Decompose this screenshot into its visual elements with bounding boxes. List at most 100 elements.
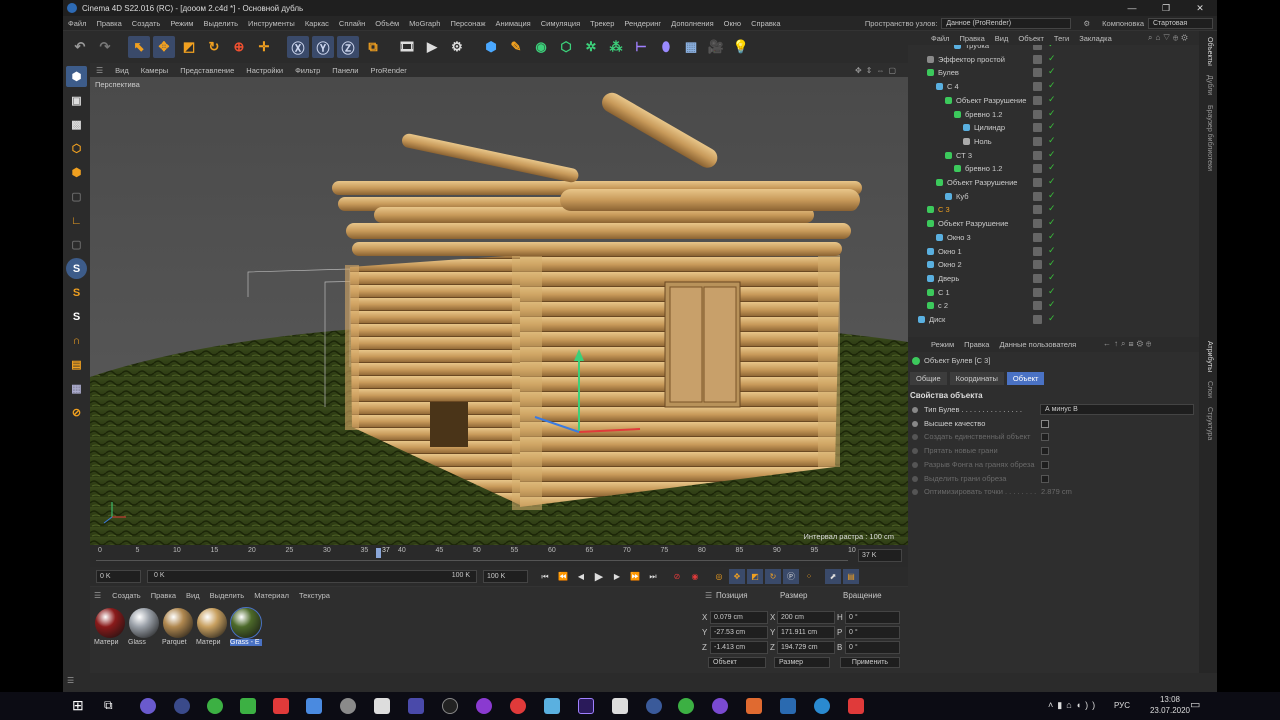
material-menu-item[interactable]: Материал	[249, 591, 294, 600]
size-field[interactable]: 194.729 cm	[777, 641, 835, 654]
material-swatch[interactable]: Grass - E	[230, 607, 262, 646]
workplane-icon[interactable]: ▤	[66, 354, 87, 375]
enabled-check-icon[interactable]: ✓	[1048, 231, 1056, 242]
property-checkbox[interactable]	[1041, 419, 1049, 428]
object-row[interactable]: Цилиндр ✓	[908, 121, 1198, 135]
enabled-check-icon[interactable]: ✓	[1048, 80, 1056, 91]
key-parameter-icon[interactable]: Ⓟ	[783, 569, 799, 584]
visibility-toggle-icon[interactable]	[1033, 301, 1042, 311]
boolean-type-dropdown[interactable]: А минус В	[1040, 404, 1194, 415]
taskbar-app-icon[interactable]	[174, 698, 190, 714]
next-key-icon[interactable]: ⏩	[627, 569, 643, 584]
maximize-button[interactable]: ❐	[1149, 0, 1183, 16]
menu-item[interactable]: Анимация	[491, 19, 536, 28]
rotation-field[interactable]: 0 °	[845, 626, 900, 639]
enabled-check-icon[interactable]: ✓	[1048, 176, 1056, 187]
property-checkbox[interactable]	[1041, 447, 1049, 456]
key-selection-icon[interactable]: ◎	[711, 569, 727, 584]
enabled-check-icon[interactable]: ✓	[1048, 272, 1056, 283]
key-pla-icon[interactable]: ⁘	[801, 569, 817, 584]
object-row[interactable]: бревно 1.2 ✓	[908, 162, 1198, 176]
visibility-toggle-icon[interactable]	[1033, 232, 1042, 242]
visibility-toggle-icon[interactable]	[1033, 123, 1042, 133]
menu-item[interactable]: Симуляция	[536, 19, 585, 28]
side-tab-content-browser[interactable]: Браузер библиотеки	[1206, 105, 1213, 171]
position-field[interactable]: -27.53 cm	[710, 626, 768, 639]
taskbar-app-icon[interactable]	[612, 698, 628, 714]
visibility-toggle-icon[interactable]	[1033, 109, 1042, 119]
polygon-mode-icon[interactable]: ▢	[66, 186, 87, 207]
lock-workplane-icon[interactable]: ⊘	[66, 402, 87, 423]
object-row[interactable]: Окно 3 ✓	[908, 231, 1198, 245]
taskbar-app-icon[interactable]	[814, 698, 830, 714]
visibility-toggle-icon[interactable]	[1033, 287, 1042, 297]
object-row[interactable]: Ноль ✓	[908, 135, 1198, 149]
taskbar-app-icon[interactable]	[678, 698, 694, 714]
object-row[interactable]: С 3 ✓	[908, 203, 1198, 217]
enabled-check-icon[interactable]: ✓	[1048, 203, 1056, 214]
taskbar-app-icon[interactable]	[374, 698, 390, 714]
timeline-icon[interactable]: ▤	[843, 569, 859, 584]
visibility-toggle-icon[interactable]	[1033, 273, 1042, 283]
side-tab-structure[interactable]: Структура	[1206, 407, 1213, 440]
rotate-tool-icon[interactable]: ↻	[203, 36, 225, 58]
menu-item[interactable]: Каркас	[300, 19, 334, 28]
menu-item[interactable]: Создать	[127, 19, 166, 28]
taskbar-app-icon[interactable]	[578, 698, 594, 714]
object-row[interactable]: СТ 3 ✓	[908, 149, 1198, 163]
autokey-icon[interactable]: ◉	[687, 569, 703, 584]
coordinates-tool-icon[interactable]: ✛	[253, 36, 275, 58]
object-row[interactable]: с 2 ✓	[908, 299, 1198, 313]
motion-system-icon[interactable]: ⬈	[825, 569, 841, 584]
viewport-menu-item[interactable]: Фильтр	[289, 66, 326, 75]
record-keys-icon[interactable]: ⊘	[669, 569, 685, 584]
coordinate-system-icon[interactable]: ⧉	[362, 36, 384, 58]
viewport-menu-item[interactable]: Представление	[174, 66, 240, 75]
taskbar-app-icon[interactable]	[240, 698, 256, 714]
enabled-check-icon[interactable]: ✓	[1048, 286, 1056, 297]
edge-mode-icon[interactable]: ⬢	[66, 162, 87, 183]
key-position-icon[interactable]: ✥	[729, 569, 745, 584]
node-space-dropdown[interactable]: Данное (ProRender)	[941, 17, 1072, 29]
menu-item[interactable]: Трекер	[585, 19, 619, 28]
taskbar-app-icon[interactable]	[273, 698, 289, 714]
taskbar-app-icon[interactable]	[476, 698, 492, 714]
y-axis-lock-icon[interactable]: Ⓨ	[312, 36, 334, 58]
redo-icon[interactable]: ↷	[94, 36, 116, 58]
end-frame-field[interactable]: 100 K	[483, 570, 528, 583]
visibility-toggle-icon[interactable]	[1033, 68, 1042, 78]
visibility-toggle-icon[interactable]	[1033, 150, 1042, 160]
key-rotation-icon[interactable]: ↻	[765, 569, 781, 584]
taskbar-app-icon[interactable]	[646, 698, 662, 714]
side-tab-takes[interactable]: Дубли	[1206, 75, 1213, 95]
material-swatch[interactable]: Матери	[196, 607, 228, 646]
viewport-menu-item[interactable]: Настройки	[240, 66, 289, 75]
enabled-check-icon[interactable]: ✓	[1048, 190, 1056, 201]
coord-mode-dropdown[interactable]: Объект	[708, 657, 766, 668]
enabled-check-icon[interactable]: ✓	[1048, 162, 1056, 173]
object-row[interactable]: Диск ✓	[908, 313, 1198, 327]
object-row[interactable]: Окно 2 ✓	[908, 258, 1198, 272]
recent-tools-icon[interactable]: ⊕	[228, 36, 250, 58]
apply-button[interactable]: Применить	[840, 657, 900, 668]
field-icon[interactable]: ⬮	[655, 36, 677, 58]
object-row[interactable]: Окно 1 ✓	[908, 245, 1198, 259]
visibility-toggle-icon[interactable]	[1033, 164, 1042, 174]
object-menu-item[interactable]: Закладка	[1074, 34, 1117, 43]
taskbar-app-icon[interactable]	[306, 698, 322, 714]
enabled-check-icon[interactable]: ✓	[1048, 66, 1056, 77]
rotation-field[interactable]: 0 °	[845, 641, 900, 654]
taskbar-app-icon[interactable]	[207, 698, 223, 714]
menu-item[interactable]: Персонаж	[445, 19, 490, 28]
taskbar-app-icon[interactable]	[408, 698, 424, 714]
position-field[interactable]: -1.413 cm	[710, 641, 768, 654]
cloner-icon[interactable]: ✲	[580, 36, 602, 58]
visibility-toggle-icon[interactable]	[1033, 95, 1042, 105]
visibility-toggle-icon[interactable]	[1033, 260, 1042, 270]
make-editable-icon[interactable]: ⬢	[66, 66, 87, 87]
property-checkbox[interactable]	[1041, 460, 1049, 469]
visibility-toggle-icon[interactable]	[1033, 219, 1042, 229]
play-icon[interactable]: ▶	[591, 569, 607, 584]
size-field[interactable]: 171.911 cm	[777, 626, 835, 639]
size-mode-dropdown[interactable]: Размер	[774, 657, 830, 668]
